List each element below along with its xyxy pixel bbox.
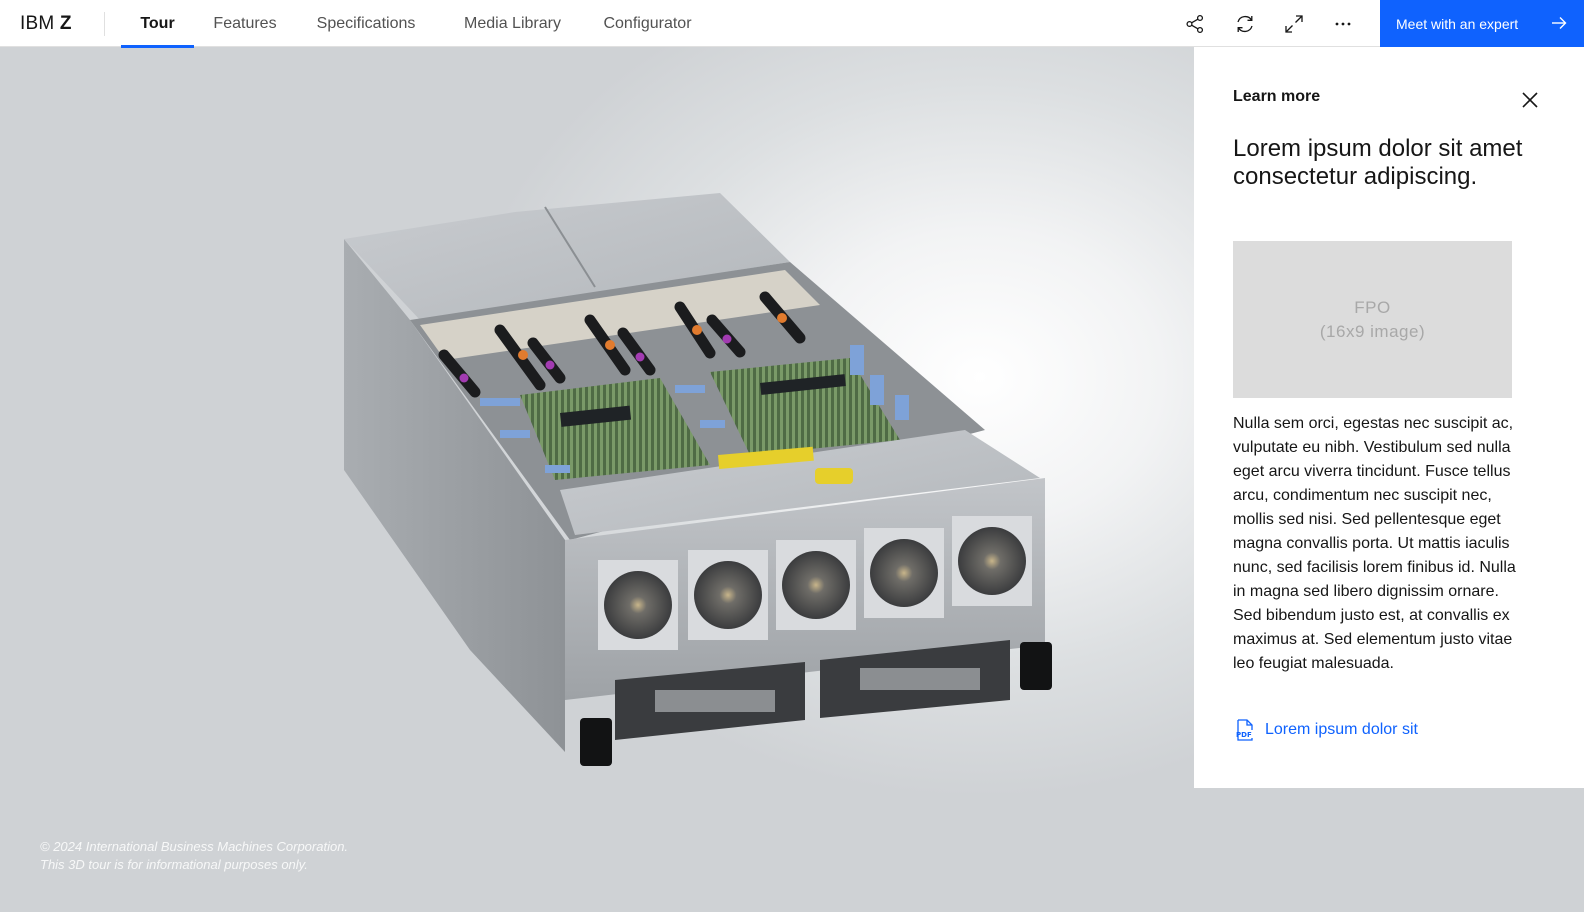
learn-more-panel: Learn more Lorem ipsum dolor sit amet co… <box>1194 47 1584 788</box>
fullscreen-button[interactable] <box>1270 0 1318 47</box>
copyright-notice: © 2024 International Business Machines C… <box>40 838 348 874</box>
svg-text:PDF: PDF <box>1236 731 1252 739</box>
pdf-link-label: Lorem ipsum dolor sit <box>1265 721 1418 738</box>
maximize-icon <box>1285 14 1303 33</box>
top-navigation-bar: IBM Z Tour Features Specifications Media… <box>0 0 1584 48</box>
overflow-menu-button[interactable] <box>1319 0 1367 47</box>
panel-eyebrow: Learn more <box>1233 88 1321 105</box>
copyright-line-2: This 3D tour is for informational purpos… <box>40 857 308 872</box>
brand-divider <box>104 12 105 36</box>
panel-body-text: Nulla sem orci, egestas nec suscipit ac,… <box>1233 415 1516 672</box>
pdf-link[interactable]: PDF Lorem ipsum dolor sit <box>1233 717 1418 743</box>
tab-features[interactable]: Features <box>207 0 283 47</box>
pdf-icon: PDF <box>1236 719 1253 741</box>
brand-name: IBM <box>20 13 60 34</box>
tab-specifications[interactable]: Specifications <box>306 0 426 47</box>
meet-expert-label: Meet with an expert <box>1396 15 1519 32</box>
overflow-menu-icon <box>1335 22 1351 25</box>
brand-logo[interactable]: IBM Z <box>20 12 72 36</box>
arrow-right-icon <box>1552 17 1567 29</box>
rotate-icon <box>1237 15 1253 32</box>
tab-tour[interactable]: Tour <box>121 0 194 48</box>
image-placeholder: FPO (16x9 image) <box>1233 241 1512 398</box>
share-icon <box>1186 14 1204 33</box>
tab-configurator[interactable]: Configurator <box>595 0 700 47</box>
brand-name-bold: Z <box>59 13 72 34</box>
image-placeholder-line-2: (16x9 image) <box>1319 321 1426 341</box>
close-icon <box>1522 92 1538 108</box>
close-panel-button[interactable] <box>1514 84 1546 116</box>
rotate-button[interactable] <box>1221 0 1269 47</box>
tab-media-library[interactable]: Media Library <box>450 0 575 47</box>
image-placeholder-line-1: FPO <box>1354 297 1391 317</box>
chassis-foot-right <box>1020 642 1052 690</box>
share-button[interactable] <box>1171 0 1219 47</box>
copyright-line-1: © 2024 International Business Machines C… <box>40 839 349 854</box>
meet-expert-button[interactable]: Meet with an expert <box>1380 0 1584 47</box>
panel-title: Lorem ipsum dolor sit amet consectetur a… <box>1233 135 1523 190</box>
chassis-foot-left <box>580 718 612 766</box>
